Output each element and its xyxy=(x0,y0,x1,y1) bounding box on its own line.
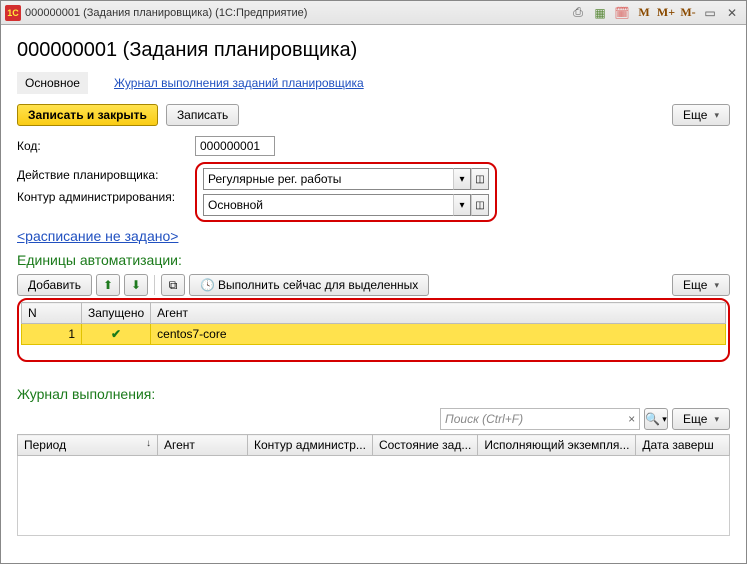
units-table[interactable]: N Запущено Агент 1 ✔ centos7-core xyxy=(21,302,726,345)
magnify-icon: 🔍 xyxy=(645,412,660,426)
sort-desc-icon: ↓ xyxy=(146,438,151,449)
journal-table-body[interactable] xyxy=(17,456,730,536)
memory-mplus-button[interactable]: M+ xyxy=(656,4,676,22)
highlighted-combos: ▾ ◫ ▾ ◫ xyxy=(195,162,497,222)
add-button[interactable]: Добавить xyxy=(17,274,92,296)
window-title: 000000001 (Задания планировщика) (1С:Пре… xyxy=(25,7,564,19)
units-more-button[interactable]: Еще xyxy=(672,274,730,296)
app-logo: 1C xyxy=(5,5,21,21)
units-section-title: Единицы автоматизации: xyxy=(17,252,730,268)
check-icon: ✔ xyxy=(111,327,121,341)
journal-search-input[interactable]: Поиск (Ctrl+F) × xyxy=(440,408,640,430)
code-input[interactable] xyxy=(195,136,275,156)
search-dropdown-button[interactable]: 🔍▾ xyxy=(644,408,668,430)
journal-section-title: Журнал выполнения: xyxy=(17,386,730,402)
move-down-icon[interactable]: ⬇ xyxy=(124,274,148,296)
memory-m-button[interactable]: M xyxy=(634,4,654,22)
schedule-link[interactable]: <расписание не задано> xyxy=(17,228,178,244)
tab-main[interactable]: Основное xyxy=(17,72,88,94)
col-period[interactable]: Период ↓ xyxy=(18,435,158,456)
circuit-input[interactable] xyxy=(203,194,453,216)
circuit-open-icon[interactable]: ◫ xyxy=(471,194,489,216)
action-dropdown-icon[interactable]: ▾ xyxy=(453,168,471,190)
circuit-label: Контур администрирования: xyxy=(17,190,189,204)
search-placeholder: Поиск (Ctrl+F) xyxy=(445,412,523,426)
save-close-button[interactable]: Записать и закрыть xyxy=(17,104,158,126)
action-input[interactable] xyxy=(203,168,453,190)
col-started[interactable]: Запущено xyxy=(82,303,151,324)
minimize-icon[interactable]: ▭ xyxy=(700,4,720,22)
col-date-done[interactable]: Дата заверш xyxy=(636,435,730,456)
move-up-icon[interactable]: ⬆ xyxy=(96,274,120,296)
calendar-icon[interactable]: 🗓 xyxy=(612,4,632,22)
cell-started[interactable]: ✔ xyxy=(82,324,151,345)
run-now-label: Выполнить сейчас для выделенных xyxy=(218,278,418,292)
col-agent[interactable]: Агент xyxy=(151,303,726,324)
col-n[interactable]: N xyxy=(22,303,82,324)
col-period-label: Период xyxy=(24,438,66,452)
col-agent2[interactable]: Агент xyxy=(158,435,248,456)
memory-mminus-button[interactable]: M- xyxy=(678,4,698,22)
table-row[interactable]: 1 ✔ centos7-core xyxy=(22,324,726,345)
journal-more-button[interactable]: Еще xyxy=(672,408,730,430)
clock-icon: 🕓 xyxy=(200,278,215,292)
copy-icon[interactable]: ⧉ xyxy=(161,274,185,296)
more-button[interactable]: Еще xyxy=(672,104,730,126)
code-label: Код: xyxy=(17,139,189,153)
col-circuit2[interactable]: Контур администр... xyxy=(248,435,373,456)
close-icon[interactable]: ✕ xyxy=(722,4,742,22)
cell-agent: centos7-core xyxy=(151,324,726,345)
units-grid-highlight: N Запущено Агент 1 ✔ centos7-core xyxy=(17,298,730,362)
run-now-button[interactable]: 🕓 Выполнить сейчас для выделенных xyxy=(189,274,429,296)
journal-table[interactable]: Период ↓ Агент Контур администр... Состо… xyxy=(17,434,730,456)
cell-n: 1 xyxy=(22,324,82,345)
search-clear-icon[interactable]: × xyxy=(628,412,635,426)
tab-journal-link[interactable]: Журнал выполнения заданий планировщика xyxy=(106,72,372,94)
action-label: Действие планировщика: xyxy=(17,168,189,182)
calc-icon[interactable]: ▦ xyxy=(590,4,610,22)
col-state[interactable]: Состояние зад... xyxy=(372,435,477,456)
page-title: 000000001 (Задания планировщика) xyxy=(17,39,730,62)
circuit-dropdown-icon[interactable]: ▾ xyxy=(453,194,471,216)
col-executor[interactable]: Исполняющий экземпля... xyxy=(478,435,636,456)
action-open-icon[interactable]: ◫ xyxy=(471,168,489,190)
print-icon[interactable]: ⎙ xyxy=(568,4,588,22)
save-button[interactable]: Записать xyxy=(166,104,239,126)
